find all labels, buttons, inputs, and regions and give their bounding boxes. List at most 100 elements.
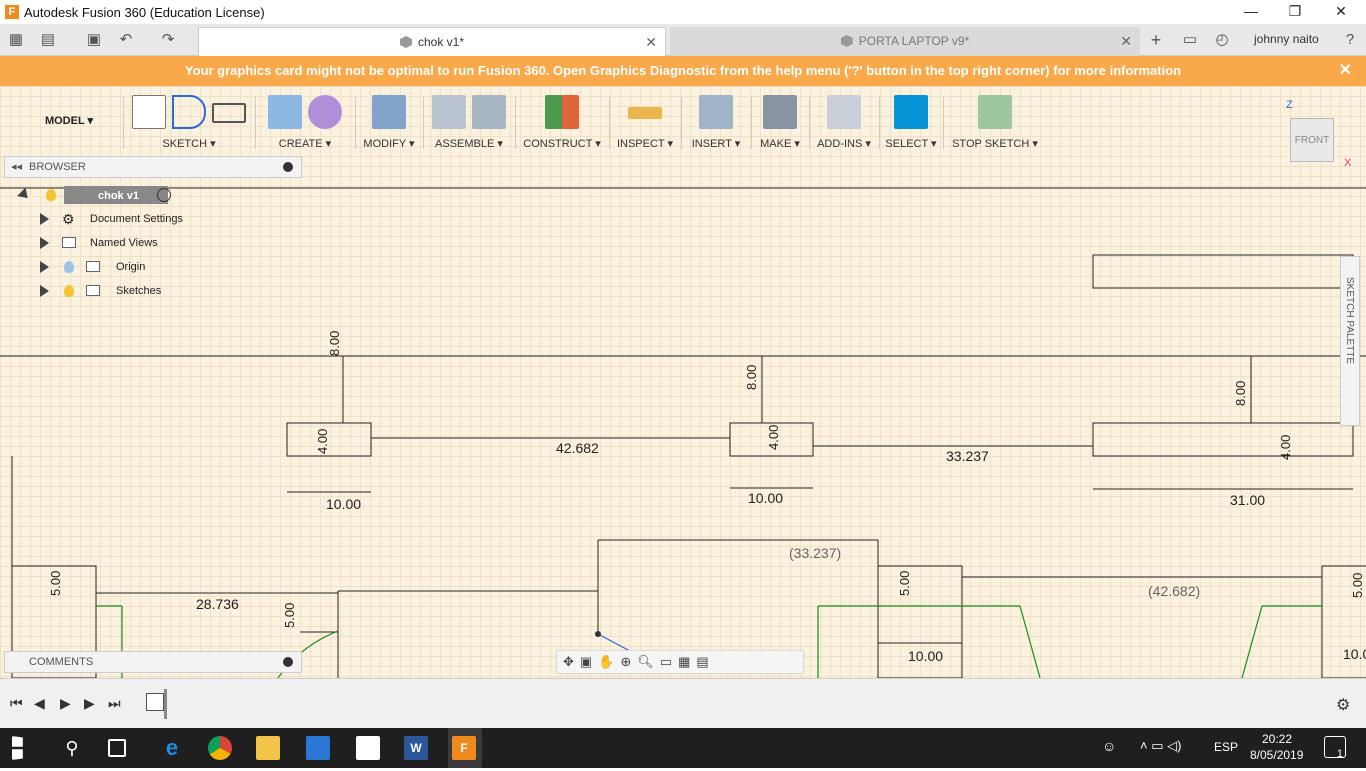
tab-chok[interactable]: chok v1* ✕ bbox=[198, 27, 666, 56]
dimension-label[interactable]: 42.682 bbox=[556, 440, 599, 456]
sketch-group[interactable]: SKETCH ▾ bbox=[127, 93, 251, 155]
sketch-feature-icon[interactable] bbox=[146, 693, 164, 711]
create-sketch-icon[interactable] bbox=[132, 95, 166, 129]
browser-item-named-views[interactable]: Named Views bbox=[38, 233, 198, 253]
dimension-label[interactable]: 5.00 bbox=[1350, 573, 1365, 598]
expand-icon[interactable] bbox=[40, 237, 49, 249]
play-icon[interactable]: ▶ bbox=[60, 695, 71, 712]
modify-group[interactable]: MODIFY ▾ bbox=[359, 93, 419, 155]
visibility-bulb-icon[interactable] bbox=[64, 261, 74, 273]
dimension-label[interactable]: 10.00 bbox=[908, 648, 943, 664]
chrome-icon[interactable] bbox=[208, 736, 232, 760]
3d-print-icon[interactable] bbox=[763, 95, 797, 129]
add-comment-icon[interactable] bbox=[283, 657, 293, 667]
dimension-label[interactable]: 8.00 bbox=[1233, 381, 1248, 406]
scripts-icon[interactable] bbox=[827, 95, 861, 129]
rectangle-icon[interactable] bbox=[212, 103, 246, 123]
fit-icon[interactable]: 🔍︎ bbox=[637, 654, 654, 670]
browser-item-origin[interactable]: Origin bbox=[38, 257, 198, 277]
measure-icon[interactable] bbox=[628, 107, 662, 119]
new-component-icon[interactable] bbox=[432, 95, 466, 129]
timeline-settings-gear-icon[interactable]: ⚙ bbox=[1336, 695, 1350, 715]
close-tab-icon[interactable]: ✕ bbox=[1120, 27, 1132, 55]
view-cube[interactable]: FRONT bbox=[1290, 118, 1334, 162]
edge-icon[interactable]: e bbox=[160, 736, 184, 760]
language-indicator[interactable]: ESP bbox=[1214, 740, 1238, 754]
action-center-icon[interactable]: 1 bbox=[1324, 736, 1346, 760]
user-name[interactable]: johnny naito bbox=[1254, 32, 1319, 46]
viewports-icon[interactable]: ▤ bbox=[696, 654, 708, 670]
visibility-bulb-icon[interactable] bbox=[46, 189, 56, 201]
sketch-palette-tab[interactable]: SKETCH PALETTE bbox=[1340, 256, 1360, 426]
line-icon[interactable] bbox=[172, 95, 206, 129]
mail-icon[interactable] bbox=[356, 736, 380, 760]
expand-icon[interactable] bbox=[40, 285, 49, 297]
inspect-menu[interactable]: INSPECT ▾ bbox=[613, 137, 677, 150]
assemble-group[interactable]: ASSEMBLE ▾ bbox=[427, 93, 511, 155]
timeline-marker[interactable] bbox=[164, 689, 167, 719]
close-window-button[interactable]: ✕ bbox=[1318, 0, 1364, 24]
close-tab-icon[interactable]: ✕ bbox=[645, 28, 657, 56]
dimension-label[interactable]: 8.00 bbox=[327, 331, 342, 356]
collapse-browser-icon[interactable]: ◂◂ bbox=[11, 157, 22, 177]
add-ins-group[interactable]: ADD-INS ▾ bbox=[813, 93, 875, 155]
browser-panel[interactable]: ◂◂ BROWSER bbox=[4, 156, 302, 178]
people-icon[interactable]: ☺ bbox=[1102, 738, 1116, 754]
file-explorer-icon[interactable] bbox=[256, 736, 280, 760]
first-step-icon[interactable]: ⏮ bbox=[10, 695, 23, 712]
store-icon[interactable] bbox=[306, 736, 330, 760]
root-component-label[interactable]: chok v1 bbox=[64, 186, 168, 204]
sculpt-icon[interactable] bbox=[308, 95, 342, 129]
select-menu[interactable]: SELECT ▾ bbox=[883, 137, 939, 150]
browser-root-row[interactable]: chok v1 bbox=[17, 185, 178, 205]
activate-component-icon[interactable] bbox=[157, 188, 171, 202]
dimension-label[interactable]: 4.00 bbox=[315, 429, 330, 454]
expand-root-icon[interactable] bbox=[17, 187, 32, 203]
dimension-label[interactable]: 33.237 bbox=[946, 448, 989, 464]
save-icon[interactable]: ▣ bbox=[84, 30, 104, 50]
undo-icon[interactable]: ↶ bbox=[116, 30, 136, 50]
display-settings-icon[interactable]: ▭ bbox=[660, 654, 672, 670]
extrude-icon[interactable] bbox=[268, 95, 302, 129]
dimension-label[interactable]: 10.00 bbox=[326, 496, 361, 512]
dimension-label[interactable]: 28.736 bbox=[196, 596, 239, 612]
dimension-label[interactable]: 5.00 bbox=[897, 571, 912, 596]
joint-icon[interactable] bbox=[472, 95, 506, 129]
modify-menu[interactable]: MODIFY ▾ bbox=[359, 137, 419, 150]
add-ins-menu[interactable]: ADD-INS ▾ bbox=[813, 137, 875, 150]
job-status-icon[interactable]: ◴ bbox=[1212, 30, 1232, 50]
notifications-icon[interactable]: ▭ bbox=[1180, 30, 1200, 50]
inspect-group[interactable]: INSPECT ▾ bbox=[613, 93, 677, 155]
select-icon[interactable] bbox=[894, 95, 928, 129]
start-windows-icon[interactable] bbox=[12, 736, 23, 760]
construct-menu[interactable]: CONSTRUCT ▾ bbox=[519, 137, 605, 150]
zoom-icon[interactable]: ⊕ bbox=[620, 654, 631, 670]
insert-group[interactable]: INSERT ▾ bbox=[685, 93, 747, 155]
browser-item-document-settings[interactable]: ⚙ Document Settings bbox=[38, 209, 198, 229]
dimension-label[interactable]: 4.00 bbox=[766, 425, 781, 450]
stop-sketch-menu[interactable]: STOP SKETCH ▾ bbox=[947, 137, 1043, 150]
make-menu[interactable]: MAKE ▾ bbox=[755, 137, 805, 150]
create-group[interactable]: CREATE ▾ bbox=[259, 93, 351, 155]
look-at-icon[interactable]: ▣ bbox=[580, 654, 592, 670]
search-icon[interactable]: ⚲ bbox=[60, 736, 84, 760]
comments-panel[interactable]: COMMENTS bbox=[4, 651, 302, 673]
orbit-icon[interactable]: ✥ bbox=[563, 654, 574, 670]
dimension-label[interactable]: 5.00 bbox=[48, 571, 63, 596]
clock-date[interactable]: 8/05/2019 bbox=[1250, 748, 1303, 762]
browser-item-sketches[interactable]: Sketches bbox=[38, 281, 198, 301]
insert-menu[interactable]: INSERT ▾ bbox=[685, 137, 747, 150]
previous-step-icon[interactable]: ◀ bbox=[34, 695, 45, 712]
task-view-icon[interactable] bbox=[108, 739, 126, 757]
insert-image-icon[interactable] bbox=[699, 95, 733, 129]
stop-sketch-icon[interactable] bbox=[978, 95, 1012, 129]
pan-icon[interactable]: ✋ bbox=[598, 654, 614, 670]
dimension-label[interactable]: (42.682) bbox=[1148, 583, 1200, 599]
file-menu-icon[interactable]: ▤ bbox=[38, 30, 58, 50]
expand-icon[interactable] bbox=[40, 261, 49, 273]
assemble-menu[interactable]: ASSEMBLE ▾ bbox=[427, 137, 511, 150]
browser-minimize-icon[interactable] bbox=[283, 162, 293, 172]
press-pull-icon[interactable] bbox=[372, 95, 406, 129]
sketch-menu[interactable]: SKETCH ▾ bbox=[127, 137, 251, 150]
workspace-selector[interactable]: MODEL ▾ bbox=[19, 93, 119, 155]
